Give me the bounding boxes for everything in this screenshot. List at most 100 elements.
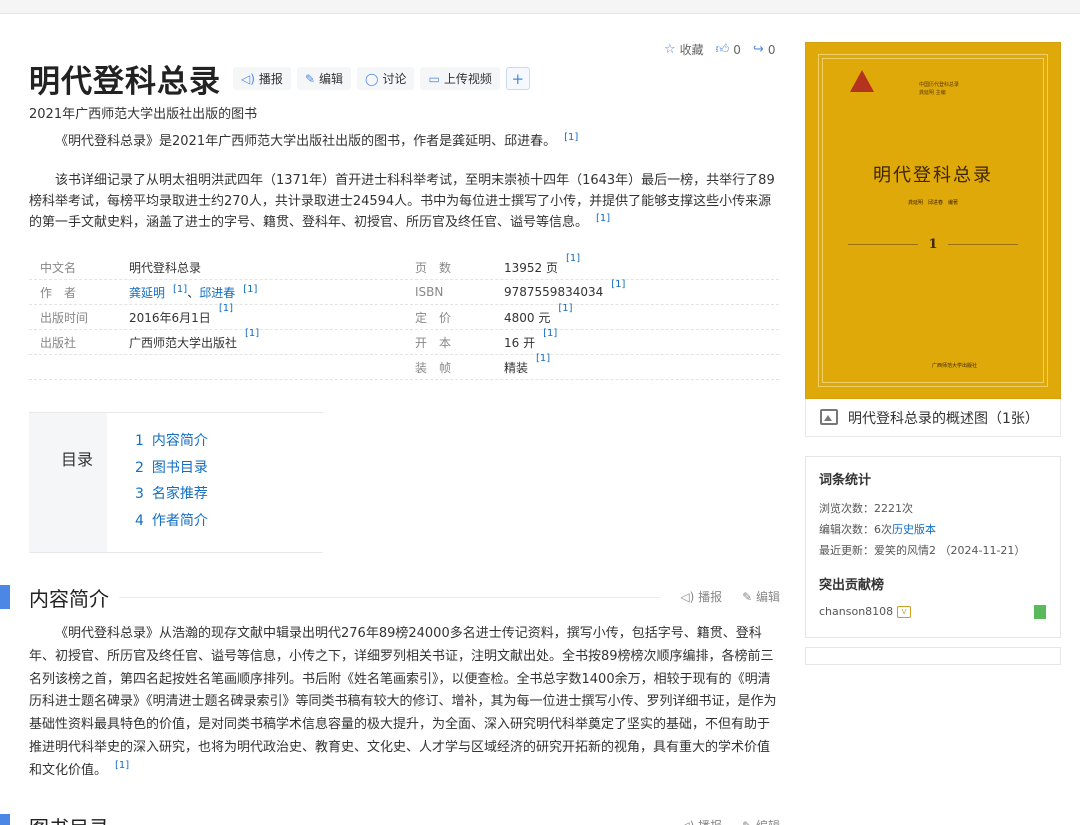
level-badge-icon: V xyxy=(897,605,912,618)
toc-label: 内容简介 xyxy=(151,433,208,449)
info-key: 中文名 xyxy=(40,260,77,275)
sidebar-placeholder xyxy=(805,647,1061,665)
reference-link[interactable]: [1] xyxy=(543,328,557,351)
section-edit-button[interactable]: ✎ 编辑 xyxy=(742,817,780,825)
like-button[interactable]: 👍︎ 0 xyxy=(716,41,741,58)
stats-updated: 最近更新：爱笑的风情2 （2024-11-21） xyxy=(819,544,1026,557)
info-key: 出版时间 xyxy=(40,310,89,325)
entry-stats-panel: 词条统计 浏览次数：2221次 编辑次数：6次历史版本 最近更新：爱笑的风情2 … xyxy=(805,456,1061,638)
publisher-logo-icon xyxy=(850,70,874,92)
toc-item[interactable]: 2 图书目录 xyxy=(135,457,208,484)
title-toolbar: ◁) 播报 ✎ 编辑 ◯ 讨论 ▭ 上传视频 + xyxy=(233,67,530,90)
section-play-label: 播报 xyxy=(698,819,722,825)
cover-volume: 1 xyxy=(806,237,1060,252)
video-icon: ▭ xyxy=(428,71,440,86)
intro-text-2: 该书详细记录了从明太祖明洪武四年（1371年）首开进士科科举考试，至明末崇祯十四… xyxy=(29,173,775,230)
add-button[interactable]: + xyxy=(505,67,530,90)
reference-link[interactable]: [1] xyxy=(245,328,259,351)
info-value: 广西师范大学出版社 xyxy=(129,335,238,350)
cover-title: 明代登科总录 xyxy=(873,165,993,186)
speaker-icon: ◁) xyxy=(680,819,698,825)
reference-link[interactable]: [1] xyxy=(115,760,129,771)
book-cover-image[interactable]: 中国历代登科总录 龚延明 主编 明代登科总录 龚延明 邱进春 编著 1 广西师范大… xyxy=(805,42,1061,399)
section-header-catalog: 图书目录 ◁) 播报 ✎ 编辑 xyxy=(0,812,780,825)
info-value: 精装 xyxy=(504,360,529,375)
reference-link[interactable]: [1] xyxy=(558,303,572,326)
info-key: 开 本 xyxy=(415,335,452,350)
cover-frame-inner xyxy=(822,58,1044,383)
toc-number: 3 xyxy=(135,486,144,502)
toc-item[interactable]: 1 内容简介 xyxy=(135,430,208,457)
toc-number: 1 xyxy=(135,433,144,449)
stats-views: 浏览次数：2221次 xyxy=(819,502,913,515)
plus-icon: + xyxy=(511,69,525,88)
speaker-icon: ◁) xyxy=(241,71,255,86)
section-play-button[interactable]: ◁) 播报 xyxy=(680,588,722,605)
section-marker xyxy=(0,585,10,609)
star-icon: ☆ xyxy=(664,42,676,57)
section-edit-button[interactable]: ✎ 编辑 xyxy=(742,588,780,605)
toc-item[interactable]: 3 名家推荐 xyxy=(135,483,208,510)
info-value: 2016年6月1日 xyxy=(129,310,211,325)
top-bar xyxy=(0,0,1080,14)
toc-number: 2 xyxy=(135,459,144,476)
thumb-up-icon: 👍︎ xyxy=(715,42,730,57)
cover-caption[interactable]: 明代登科总录的概述图（1张） xyxy=(805,399,1061,437)
discuss-button[interactable]: ◯ 讨论 xyxy=(357,67,415,90)
edit-label: 编辑 xyxy=(319,72,344,86)
info-key: 定 价 xyxy=(415,310,452,325)
info-key: 页 数 xyxy=(415,260,452,275)
info-table: 中文名 明代登科总录 页 数 13952 页 [1] 作 者龚延明 [1]、邱进春 [1]… xyxy=(29,253,779,380)
summary-paragraph: 《明代登科总录》从浩瀚的现存文献中辑录出明代276年89榜24000多名进士传记… xyxy=(29,623,779,783)
reference-link[interactable]: [1] xyxy=(564,132,578,143)
edit-button[interactable]: ✎ 编辑 xyxy=(296,67,352,90)
share-button[interactable]: ↪ 0 xyxy=(753,41,776,58)
info-value: 16 开 xyxy=(504,335,536,350)
page-subtitle: 2021年广西师范大学出版社出版的图书 xyxy=(29,107,258,122)
reference-link[interactable]: [1] xyxy=(566,253,580,276)
play-button[interactable]: ◁) 播报 xyxy=(233,67,291,90)
cover-series-name: 中国历代登科总录 xyxy=(919,82,960,88)
author-link[interactable]: 龚延明 xyxy=(129,286,165,300)
reference-link[interactable]: [1] xyxy=(173,284,187,295)
stats-edits-text: 编辑次数：6次 xyxy=(819,523,892,536)
section-edit-label: 编辑 xyxy=(755,590,780,604)
contributors-heading: 突出贡献榜 xyxy=(819,578,885,593)
stats-edits: 编辑次数：6次历史版本 xyxy=(819,521,1047,542)
section-play-label: 播报 xyxy=(698,590,723,604)
info-row: 中文名 明代登科总录 页 数 13952 页 [1] xyxy=(29,253,779,280)
toc-heading: 目录 xyxy=(29,413,107,552)
toc-item[interactable]: 4 作者简介 xyxy=(135,510,208,537)
favorite-label: 收藏 xyxy=(679,43,704,57)
share-count: 0 xyxy=(767,42,776,57)
cover-authors: 龚延明 邱进春 编著 xyxy=(907,200,958,206)
info-value: 9787559834034 xyxy=(504,285,604,299)
reference-link[interactable]: [1] xyxy=(243,284,257,295)
top-actions: ☆ 收藏 👍︎ 0 ↪ 0 xyxy=(664,41,775,58)
reference-link[interactable]: [1] xyxy=(219,303,233,326)
info-value: 明代登科总录 xyxy=(129,260,202,275)
history-link[interactable]: 历史版本 xyxy=(892,523,936,536)
toc-label: 名家推荐 xyxy=(151,486,208,502)
summary-text: 《明代登科总录》从浩瀚的现存文献中辑录出明代276年89榜24000多名进士传记… xyxy=(29,626,777,778)
reference-link[interactable]: [1] xyxy=(596,213,610,224)
upload-video-button[interactable]: ▭ 上传视频 xyxy=(420,67,500,90)
bookmark-icon[interactable] xyxy=(1034,605,1046,619)
contributor-item[interactable]: chanson8108 V xyxy=(819,605,1047,618)
author-link[interactable]: 邱进春 xyxy=(199,286,235,300)
pen-icon: ✎ xyxy=(304,71,315,86)
info-key: 作 者 xyxy=(40,285,77,300)
favorite-button[interactable]: ☆ 收藏 xyxy=(664,41,704,58)
section-title: 图书目录 xyxy=(29,812,119,825)
section-header-summary: 内容简介 ◁) 播报 ✎ 编辑 xyxy=(0,583,780,612)
reference-link[interactable]: [1] xyxy=(611,280,625,299)
toc-label: 图书目录 xyxy=(151,459,208,476)
chat-icon: ◯ xyxy=(365,71,379,86)
section-play-button[interactable]: ◁) 播报 xyxy=(680,817,722,825)
intro-text-1: 《明代登科总录》是2021年广西师范大学出版社出版的图书，作者是龚延明、邱进春。 xyxy=(55,134,557,149)
reference-link[interactable]: [1] xyxy=(536,353,550,376)
pen-icon: ✎ xyxy=(742,819,756,825)
info-key: ISBN xyxy=(415,285,444,299)
upload-video-label: 上传视频 xyxy=(443,72,492,86)
section-marker xyxy=(0,814,10,825)
